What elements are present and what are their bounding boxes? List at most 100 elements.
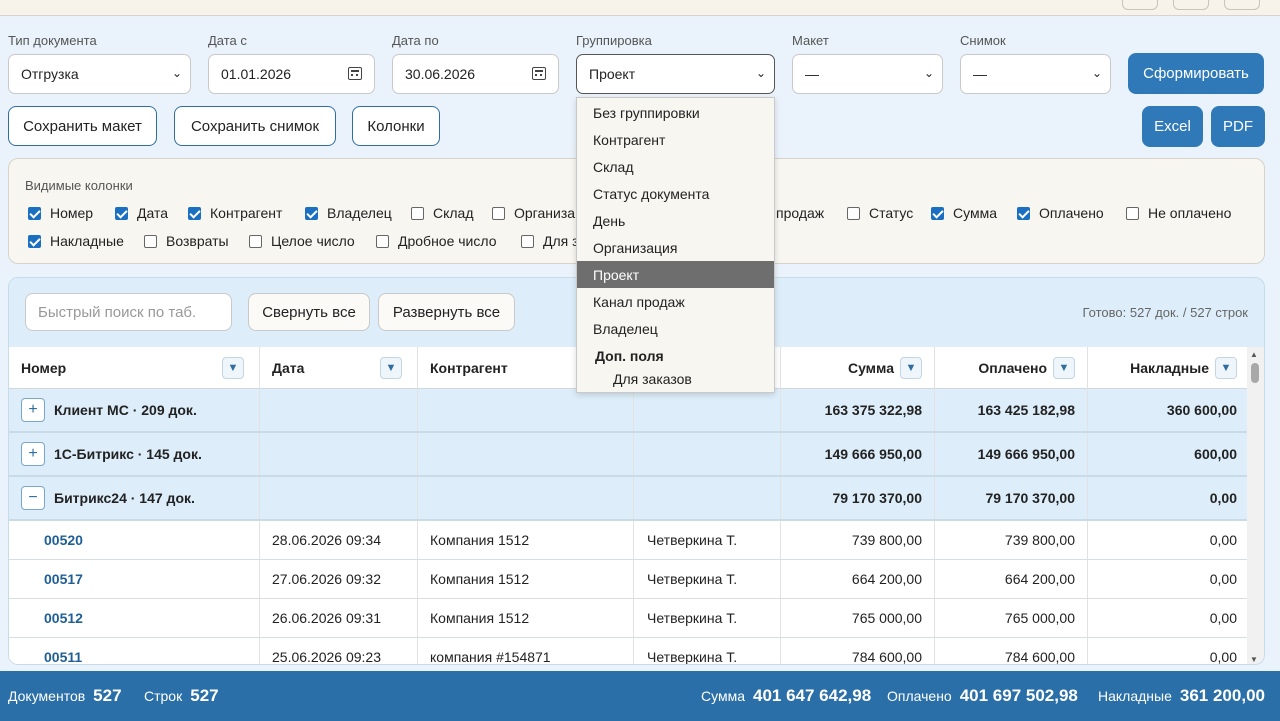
checkbox[interactable]: [144, 234, 157, 248]
save-layout-button[interactable]: Сохранить макет: [8, 106, 157, 146]
snapshot-label: Снимок: [960, 33, 1006, 48]
calendar-icon[interactable]: [532, 67, 546, 80]
collapse-icon[interactable]: −: [21, 486, 45, 510]
group-sum-cell: 79 170 370,00: [781, 477, 935, 519]
expand-icon[interactable]: +: [21, 442, 45, 466]
column-toggle[interactable]: Контрагент: [188, 205, 282, 221]
grouping-select[interactable]: Проект ⌄: [576, 54, 775, 94]
group-row[interactable]: +1С-Битрикс · 145 док. 149 666 950,00 149 …: [9, 433, 1249, 477]
column-toggle[interactable]: Статус: [847, 205, 913, 221]
column-toggle[interactable]: Для з: [521, 233, 579, 249]
group-row[interactable]: + Клиент МС · 209 док. 163 375 322,98 163 4…: [9, 389, 1249, 433]
filter-icon[interactable]: ▼: [1215, 357, 1237, 379]
checkbox[interactable]: [492, 206, 505, 220]
number-cell: 00512: [9, 599, 260, 637]
checkbox[interactable]: [115, 206, 128, 220]
date-to-input[interactable]: 30.06.2026: [392, 54, 559, 94]
grouping-option[interactable]: Проект: [577, 261, 774, 288]
column-toggle[interactable]: Сумма: [931, 205, 997, 221]
scrollbar-thumb[interactable]: [1251, 363, 1259, 383]
doc-type-select[interactable]: Отгрузка ⌄: [8, 54, 191, 94]
header-sum[interactable]: Сумма ▼: [781, 347, 935, 389]
column-toggle[interactable]: Не оплачено: [1126, 205, 1231, 221]
group-invoices-cell: 360 600,00: [1088, 389, 1249, 431]
checkbox[interactable]: [188, 206, 201, 220]
checkbox[interactable]: [28, 206, 41, 220]
report-grid: Номер ▼ Дата ▼ Контрагент Сумма ▼ Оплаче…: [9, 347, 1249, 664]
grouping-option[interactable]: Канал продаж: [577, 288, 774, 315]
column-toggle[interactable]: Оплачено: [1017, 205, 1104, 221]
filter-icon[interactable]: ▼: [222, 357, 244, 379]
header-invoices[interactable]: Накладные ▼: [1088, 347, 1249, 389]
checkbox[interactable]: [847, 206, 860, 220]
header-date[interactable]: Дата ▼: [260, 347, 418, 389]
grouping-option[interactable]: Владелец: [577, 315, 774, 342]
header-number[interactable]: Номер ▼: [9, 347, 260, 389]
expand-icon[interactable]: +: [21, 398, 45, 422]
pdf-button[interactable]: PDF: [1211, 106, 1265, 147]
collapse-all-button[interactable]: Свернуть все: [248, 293, 370, 331]
top-button[interactable]: [1173, 0, 1209, 10]
column-toggle[interactable]: Возвраты: [144, 233, 229, 249]
document-link[interactable]: 00512: [44, 610, 83, 626]
table-search-input[interactable]: Быстрый поиск по таб.: [25, 293, 232, 331]
document-link[interactable]: 00511: [44, 649, 82, 664]
header-paid-label: Оплачено: [978, 360, 1047, 376]
document-link[interactable]: 00517: [44, 571, 83, 587]
checkbox[interactable]: [931, 206, 944, 220]
grouping-option[interactable]: Без группировки: [577, 99, 774, 126]
save-snapshot-button[interactable]: Сохранить снимок: [174, 106, 336, 146]
table-row[interactable]: 00511 25.06.2026 09:23 компания #154871 Чет…: [9, 638, 1249, 664]
table-row[interactable]: 00512 26.06.2026 09:31 Компания 1512 Четвер…: [9, 599, 1249, 638]
owner-cell: Четверкина Т.: [634, 638, 781, 664]
number-cell: 00511: [9, 638, 260, 664]
grouping-option[interactable]: Организация: [577, 234, 774, 261]
header-paid[interactable]: Оплачено ▼: [935, 347, 1088, 389]
top-button[interactable]: [1122, 0, 1158, 10]
top-button[interactable]: [1224, 0, 1260, 10]
column-toggle[interactable]: Номер: [28, 205, 93, 221]
expand-all-button[interactable]: Развернуть все: [378, 293, 515, 331]
grouping-option[interactable]: Склад: [577, 153, 774, 180]
grouping-option[interactable]: День: [577, 207, 774, 234]
column-toggle[interactable]: Склад: [411, 205, 474, 221]
calendar-icon[interactable]: [348, 67, 362, 80]
checkbox[interactable]: [1017, 206, 1030, 220]
checkbox[interactable]: [305, 206, 318, 220]
group-row[interactable]: − Битрикс24 · 147 док. 79 170 370,00 79 170…: [9, 477, 1249, 521]
group-invoices-cell: 600,00: [1088, 433, 1249, 475]
filter-icon[interactable]: ▼: [1053, 357, 1075, 379]
column-toggle[interactable]: Целое число: [249, 233, 355, 249]
column-toggle[interactable]: Накладные: [28, 233, 124, 249]
layout-select[interactable]: — ⌄: [792, 54, 943, 94]
column-toggle[interactable]: Организа: [492, 205, 575, 221]
scroll-up-icon[interactable]: ▲: [1250, 350, 1258, 359]
filter-icon[interactable]: ▼: [900, 357, 922, 379]
checkbox[interactable]: [28, 234, 41, 248]
paid-cell-text: 765 000,00: [1004, 610, 1075, 626]
date-from-input[interactable]: 01.01.2026: [208, 54, 375, 94]
column-toggle[interactable]: Дробное число: [376, 233, 497, 249]
table-row[interactable]: 00517 27.06.2026 09:32 Компания 1512 Четвер…: [9, 560, 1249, 599]
excel-button[interactable]: Excel: [1142, 106, 1203, 147]
column-toggle-label: Оплачено: [1039, 205, 1104, 221]
checkbox[interactable]: [1126, 206, 1139, 220]
column-toggle[interactable]: Дата: [115, 205, 168, 221]
grouping-option[interactable]: Контрагент: [577, 126, 774, 153]
checkbox[interactable]: [249, 234, 262, 248]
checkbox[interactable]: [411, 206, 424, 220]
vertical-scrollbar[interactable]: ▲ ▼: [1247, 347, 1264, 664]
columns-button[interactable]: Колонки: [352, 106, 440, 146]
scroll-down-icon[interactable]: ▼: [1250, 655, 1258, 664]
column-toggle[interactable]: Владелец: [305, 205, 392, 221]
filter-icon[interactable]: ▼: [380, 357, 402, 379]
option-for-orders[interactable]: Для заказов: [577, 367, 774, 391]
date-cell: 26.06.2026 09:31: [260, 599, 418, 637]
checkbox[interactable]: [376, 234, 389, 248]
snapshot-select[interactable]: — ⌄: [960, 54, 1111, 94]
checkbox[interactable]: [521, 234, 534, 248]
table-row[interactable]: 00520 28.06.2026 09:34 Компания 1512 Четвер…: [9, 521, 1249, 560]
document-link[interactable]: 00520: [44, 532, 83, 548]
grouping-option[interactable]: Статус документа: [577, 180, 774, 207]
generate-button[interactable]: Сформировать: [1128, 53, 1264, 94]
